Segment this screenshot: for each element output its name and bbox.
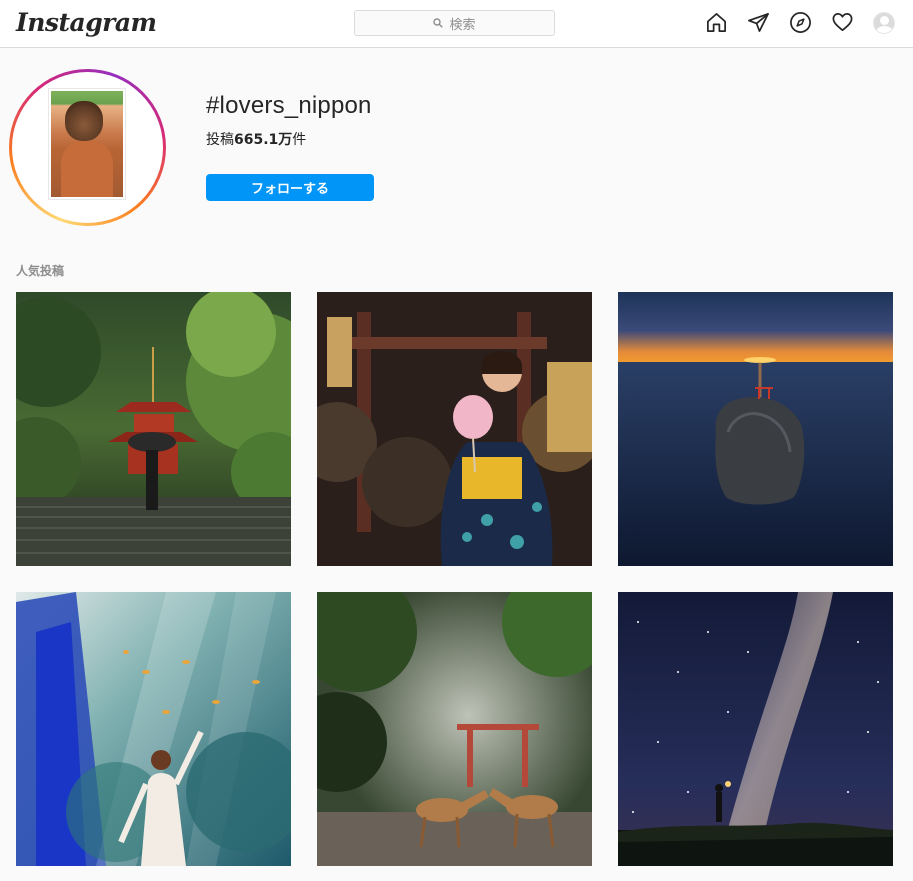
explore-icon[interactable] — [789, 11, 812, 34]
follow-button[interactable]: フォローする — [206, 174, 374, 201]
home-icon[interactable] — [705, 11, 728, 34]
post-thumbnail-temple[interactable] — [16, 292, 291, 566]
post-count-value: 665.1万 — [234, 132, 293, 148]
post-count-suffix: 件 — [292, 132, 307, 148]
post-count: 投稿665.1万件 — [206, 129, 306, 149]
nav-icons — [705, 11, 895, 34]
instagram-logo[interactable]: Instagram — [16, 8, 157, 37]
profile-avatar[interactable] — [873, 11, 895, 34]
post-thumbnail-yukata[interactable] — [317, 292, 592, 566]
direct-icon[interactable] — [747, 11, 770, 34]
hashtag-profile-image — [51, 91, 123, 197]
search-placeholder: 検索 — [449, 17, 476, 33]
post-thumbnail-sunset-rock[interactable] — [618, 292, 893, 566]
top-posts-label: 人気投稿 — [16, 264, 65, 278]
top-navigation-bar: Instagram 検索 — [0, 0, 913, 48]
search-input[interactable]: 検索 — [354, 10, 555, 36]
post-count-prefix: 投稿 — [206, 132, 234, 148]
post-thumbnail-deer[interactable] — [317, 592, 592, 866]
post-thumbnail-milky-way[interactable] — [618, 592, 893, 866]
post-thumbnail-aquarium[interactable] — [16, 592, 291, 866]
search-icon — [433, 18, 444, 28]
hashtag-title: #lovers_nippon — [206, 92, 372, 119]
activity-heart-icon[interactable] — [831, 11, 854, 34]
